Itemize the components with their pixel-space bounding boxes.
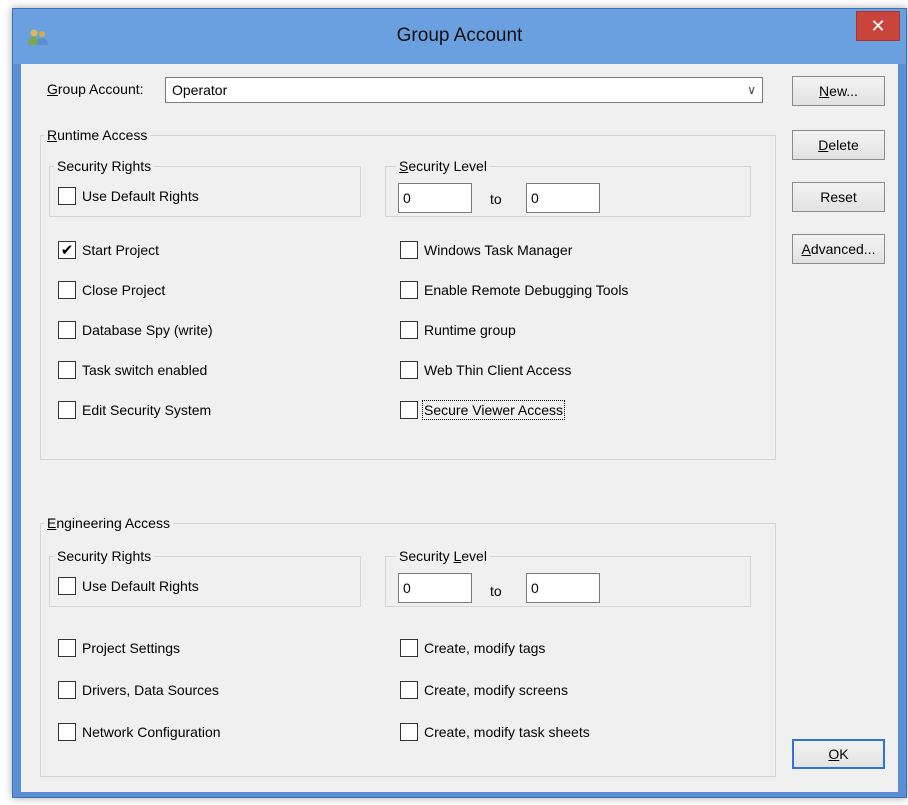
checkbox-label: Close Project [82, 282, 166, 298]
checkbox-box[interactable] [58, 639, 76, 657]
runtime-right-checkbox-1[interactable]: Windows Task Manager [400, 241, 572, 259]
checkbox-box[interactable] [58, 723, 76, 741]
new-button-label: New... [819, 83, 858, 99]
checkbox-label: Drivers, Data Sources [82, 682, 219, 698]
engineering-use-default-rights-checkbox[interactable]: Use Default Rights [58, 577, 199, 595]
runtime-right-checkbox-2[interactable]: Enable Remote Debugging Tools [400, 281, 628, 299]
runtime-security-level-title: Security Level [396, 158, 490, 174]
reset-button[interactable]: Reset [792, 182, 885, 212]
close-button[interactable]: ✕ [856, 11, 900, 41]
checkbox-box[interactable] [400, 723, 418, 741]
engineering-left-checkbox-1[interactable]: Project Settings [58, 639, 180, 657]
runtime-security-rights-title: Security Rights [54, 158, 155, 174]
runtime-left-checkbox-1[interactable]: ✔ Start Project [58, 241, 159, 259]
group-account-dialog: Group Account ✕ Group Account: Operator … [12, 8, 907, 798]
checkbox-label: Use Default Rights [82, 578, 199, 594]
checkbox-label: Create, modify task sheets [424, 724, 590, 740]
checkbox-label: Windows Task Manager [424, 242, 573, 258]
checkbox-box[interactable] [58, 281, 76, 299]
new-button[interactable]: New... [792, 76, 885, 106]
delete-button[interactable]: Delete [792, 130, 885, 160]
advanced-button-label: Advanced... [801, 241, 876, 257]
checkbox-label: Database Spy (write) [82, 322, 213, 338]
engineering-security-level-title: Security Level [396, 548, 490, 564]
engineering-security-rights-title: Security Rights [54, 548, 155, 564]
window-title: Group Account [396, 25, 523, 46]
delete-button-label: Delete [818, 137, 859, 153]
runtime-left-checkbox-4[interactable]: Task switch enabled [58, 361, 207, 379]
engineering-level-to-label: to [490, 583, 502, 599]
title-bar[interactable]: Group Account ✕ [13, 9, 906, 64]
runtime-right-checkbox-4[interactable]: Web Thin Client Access [400, 361, 571, 379]
checkbox-label: Project Settings [82, 640, 181, 656]
runtime-left-checkbox-5[interactable]: Edit Security System [58, 401, 211, 419]
checkbox-box[interactable] [400, 401, 418, 419]
checkbox-label: Start Project [82, 242, 160, 258]
checkbox-label: Secure Viewer Access [421, 400, 566, 420]
dialog-body: Group Account: Operator ∨ New... Delete … [21, 64, 898, 792]
checkbox-label: Create, modify tags [424, 640, 546, 656]
engineering-level-from-input[interactable]: 0 [398, 573, 472, 603]
chevron-down-icon: ∨ [747, 83, 756, 97]
engineering-left-checkbox-3[interactable]: Network Configuration [58, 723, 221, 741]
ok-button-label: OK [828, 746, 849, 762]
checkbox-box[interactable] [400, 321, 418, 339]
ok-button[interactable]: OK [792, 739, 885, 769]
checkbox-box[interactable] [58, 361, 76, 379]
engineering-right-checkbox-1[interactable]: Create, modify tags [400, 639, 545, 657]
checkmark-icon[interactable]: ✔ [58, 241, 76, 259]
runtime-access-title: Runtime Access [44, 127, 151, 143]
runtime-left-checkbox-3[interactable]: Database Spy (write) [58, 321, 213, 339]
engineering-right-checkbox-2[interactable]: Create, modify screens [400, 681, 568, 699]
checkbox-box[interactable] [400, 281, 418, 299]
checkbox-label: Task switch enabled [82, 362, 208, 378]
engineering-right-checkbox-3[interactable]: Create, modify task sheets [400, 723, 590, 741]
checkbox-label: Enable Remote Debugging Tools [424, 282, 629, 298]
checkbox-box[interactable] [400, 241, 418, 259]
checkbox-label: Edit Security System [82, 402, 212, 418]
checkbox-label: Web Thin Client Access [424, 362, 572, 378]
checkbox-label: Use Default Rights [82, 188, 199, 204]
engineering-level-to-input[interactable]: 0 [526, 573, 600, 603]
runtime-level-to-label: to [490, 191, 502, 207]
group-account-dropdown[interactable]: Operator ∨ [165, 77, 763, 103]
runtime-use-default-rights-checkbox[interactable]: Use Default Rights [58, 187, 199, 205]
runtime-left-checkbox-2[interactable]: Close Project [58, 281, 165, 299]
group-account-value: Operator [172, 82, 228, 98]
group-account-label-text: roup Account: [57, 81, 144, 97]
advanced-button[interactable]: Advanced... [792, 234, 885, 264]
close-icon: ✕ [870, 15, 886, 36]
checkbox-box[interactable] [58, 577, 76, 595]
checkbox-box[interactable] [58, 401, 76, 419]
runtime-right-checkbox-3[interactable]: Runtime group [400, 321, 516, 339]
checkbox-box[interactable] [58, 187, 76, 205]
checkbox-box[interactable] [58, 681, 76, 699]
checkbox-label: Network Configuration [82, 724, 221, 740]
runtime-level-to-input[interactable]: 0 [526, 183, 600, 213]
checkbox-box[interactable] [58, 321, 76, 339]
checkbox-label: Runtime group [424, 322, 516, 338]
checkbox-label: Create, modify screens [424, 682, 568, 698]
reset-button-label: Reset [820, 189, 857, 205]
runtime-level-from-input[interactable]: 0 [398, 183, 472, 213]
runtime-right-checkbox-5[interactable]: Secure Viewer Access [400, 400, 566, 420]
checkbox-box[interactable] [400, 639, 418, 657]
group-account-label: Group Account: [47, 81, 144, 97]
engineering-left-checkbox-2[interactable]: Drivers, Data Sources [58, 681, 219, 699]
checkbox-box[interactable] [400, 361, 418, 379]
engineering-access-title: Engineering Access [44, 515, 173, 531]
checkbox-box[interactable] [400, 681, 418, 699]
